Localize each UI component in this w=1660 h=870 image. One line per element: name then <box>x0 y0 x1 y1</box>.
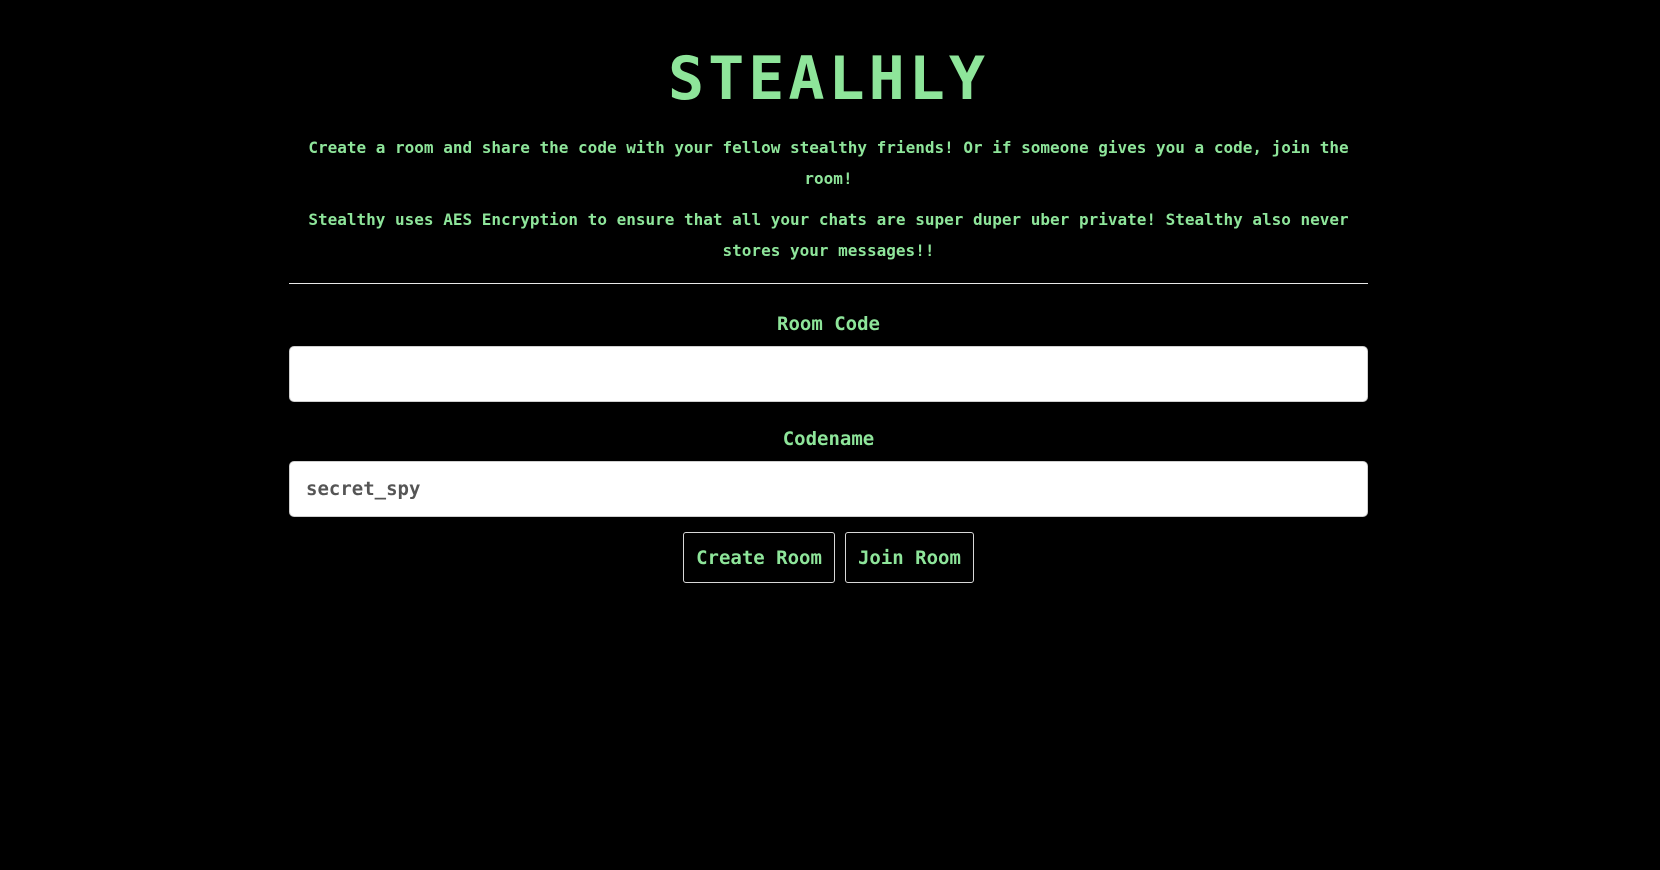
codename-label: Codename <box>782 428 875 450</box>
codename-input[interactable] <box>289 461 1368 517</box>
join-room-button[interactable]: Join Room <box>844 532 974 583</box>
main-container: STEALHLY Create a room and share the cod… <box>289 0 1368 583</box>
app-title: STEALHLY <box>668 44 989 114</box>
action-buttons: Create Room Join Room <box>289 532 1368 583</box>
intro-text: Create a room and share the code with yo… <box>308 138 1349 188</box>
create-room-button[interactable]: Create Room <box>683 532 835 583</box>
page: STEALHLY Create a room and share the cod… <box>0 0 1660 870</box>
room-code-input[interactable] <box>289 346 1368 402</box>
divider <box>289 283 1368 284</box>
room-code-label: Room Code <box>777 313 880 335</box>
security-text: Stealthy uses AES Encryption to ensure t… <box>308 210 1349 260</box>
